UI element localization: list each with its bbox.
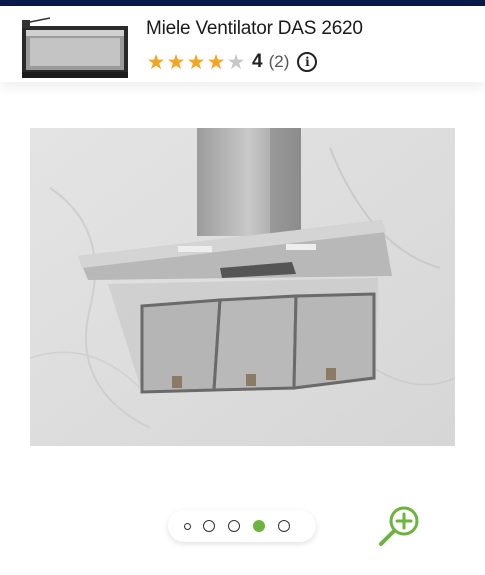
pager-dot[interactable] — [278, 520, 290, 532]
rating-count[interactable]: (2) — [269, 52, 290, 72]
product-title: Miele Ventilator DAS 2620 — [146, 18, 363, 39]
info-icon[interactable]: i — [297, 52, 318, 72]
star-icon: ★ — [146, 50, 166, 74]
pager-dot-active[interactable] — [253, 520, 265, 532]
product-image[interactable] — [30, 128, 455, 446]
product-header: Miele Ventilator DAS 2620 ★ ★ ★ ★ ★ 4 (2… — [0, 6, 485, 82]
rating-score: 4 — [252, 51, 263, 72]
pager-dot[interactable] — [228, 520, 240, 532]
zoom-in-icon[interactable] — [376, 503, 424, 551]
pager-dot[interactable] — [203, 520, 215, 532]
star-icon: ★ — [186, 50, 206, 74]
pager-dot[interactable] — [184, 523, 191, 530]
star-icon: ★ — [166, 50, 186, 74]
star-empty-icon: ★ — [226, 50, 246, 74]
rating: ★ ★ ★ ★ ★ 4 (2) i — [146, 50, 318, 74]
gallery-pager — [168, 510, 316, 542]
product-thumbnail[interactable] — [20, 16, 130, 80]
star-icon: ★ — [206, 50, 226, 74]
